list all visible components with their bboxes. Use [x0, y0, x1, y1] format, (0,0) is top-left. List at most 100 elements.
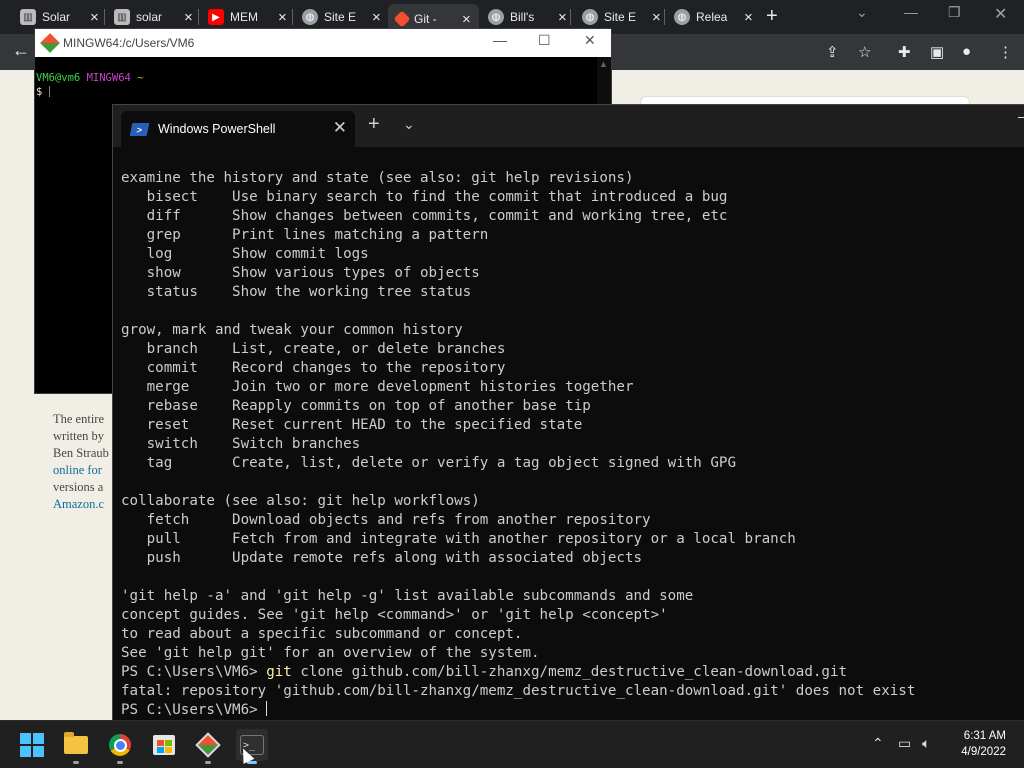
browser-tab-1[interactable]: ▥ Solar × [12, 4, 107, 30]
terminal-line: log Show commit logs [121, 246, 369, 262]
chrome-button[interactable] [104, 729, 136, 764]
scroll-up-icon[interactable]: ▲ [599, 59, 608, 69]
browser-tab-2[interactable]: ▥ solar × [106, 4, 201, 30]
chrome-icon [109, 734, 131, 756]
close-icon[interactable]: × [462, 11, 471, 28]
close-icon[interactable]: × [652, 9, 661, 26]
running-indicator [205, 761, 211, 764]
browser-tab-7[interactable]: ◍ Site E × [574, 4, 669, 30]
folder-icon [64, 732, 88, 754]
extensions-icon[interactable]: ✚ [898, 43, 911, 61]
terminal-line: rebase Reapply commits on top of another… [121, 398, 591, 414]
git-bash-titlebar[interactable]: MINGW64:/c/Users/VM6 [35, 29, 611, 57]
new-tab-button[interactable]: + [766, 5, 778, 28]
terminal-output[interactable]: examine the history and state (see also:… [121, 169, 1024, 720]
terminal-line: show Show various types of objects [121, 265, 480, 281]
close-icon[interactable]: × [278, 9, 287, 26]
browser-tab-title: Solar [42, 10, 71, 24]
minimize-icon[interactable]: — [904, 4, 918, 20]
taskbar-clock[interactable]: 6:31 AM 4/9/2022 [961, 728, 1006, 760]
close-icon[interactable]: ✕ [584, 32, 596, 49]
network-icon[interactable]: ▭ [898, 735, 911, 752]
page-link[interactable]: online for [53, 462, 113, 479]
chevron-up-icon[interactable]: ⌃ [872, 735, 884, 752]
browser-tab-6[interactable]: ◍ Bill's × [480, 4, 575, 30]
star-icon[interactable]: ☆ [858, 43, 871, 61]
tab-windows-powershell[interactable]: > Windows PowerShell ✕ [121, 111, 355, 147]
terminal-line: diff Show changes between commits, commi… [121, 208, 728, 224]
windows-terminal-window[interactable]: > Windows PowerShell ✕ + ⌄ examine the h… [112, 104, 1024, 720]
browser-tab-title: MEM [230, 10, 258, 24]
command-args: clone github.com/bill-zhanxg/memz_destru… [291, 664, 848, 680]
git-icon [40, 33, 60, 53]
minimize-icon[interactable] [1018, 117, 1024, 118]
browser-tab-3[interactable]: ▶ MEM × [200, 4, 295, 30]
clock-time: 6:31 AM [963, 730, 1006, 742]
close-window-icon[interactable]: ✕ [994, 4, 1007, 24]
amazon-link[interactable]: Amazon.c [53, 496, 113, 513]
close-icon[interactable]: × [744, 9, 753, 26]
prompt-path: ~ [137, 72, 144, 84]
new-tab-icon[interactable]: + [368, 113, 380, 136]
browser-tab-title: Bill's [510, 10, 535, 24]
running-indicator [117, 761, 123, 764]
command-name: git [266, 664, 292, 680]
side-panel-icon[interactable]: ▣ [930, 43, 944, 61]
page-text-line: Ben Straub [53, 446, 109, 460]
browser-tab-title: Site E [604, 10, 637, 24]
clock-date: 4/9/2022 [961, 746, 1006, 758]
tab-divider [104, 9, 105, 25]
terminal-line: collaborate (see also: git help workflow… [121, 493, 480, 509]
bank-icon: ▥ [114, 9, 130, 25]
page-text-line: The entire [53, 412, 105, 426]
tab-divider [198, 9, 199, 25]
text-cursor [266, 701, 268, 716]
close-icon[interactable]: × [184, 9, 193, 26]
terminal-tabbar: > Windows PowerShell ✕ + ⌄ [113, 105, 1024, 147]
terminal-line: commit Record changes to the repository [121, 360, 506, 376]
file-explorer-button[interactable] [60, 729, 92, 764]
browser-tab-8[interactable]: ◍ Relea × [666, 4, 761, 30]
browser-tab-4[interactable]: ◍ Site E × [294, 4, 389, 30]
prompt-symbol: $ [36, 86, 43, 98]
globe-icon: ◍ [302, 9, 318, 25]
terminal-error-line: fatal: repository 'github.com/bill-zhanx… [121, 683, 916, 699]
git-extensions-icon [195, 732, 221, 758]
terminal-line: tag Create, list, delete or verify a tag… [121, 455, 736, 471]
browser-tab-title: Git - [414, 12, 437, 26]
page-text-line: written by [53, 429, 105, 443]
ps-prompt: PS C:\Users\VM6> [121, 664, 267, 680]
tab-search-icon[interactable]: ⌄ [856, 4, 868, 21]
terminal-line: examine the history and state (see also:… [121, 170, 634, 186]
store-button[interactable] [148, 729, 180, 761]
page-paragraph: The entire written by Ben Straub online … [53, 411, 113, 513]
terminal-line: status Show the working tree status [121, 284, 472, 300]
tab-divider [292, 9, 293, 25]
terminal-prompt-line[interactable]: PS C:\Users\VM6> [121, 701, 1024, 720]
terminal-line: pull Fetch from and integrate with anoth… [121, 531, 796, 547]
browser-tab-title: Relea [696, 10, 728, 24]
terminal-tab-title: Windows PowerShell [158, 122, 276, 136]
menu-icon[interactable]: ⋮ [998, 43, 1013, 61]
share-icon[interactable]: ⇪ [826, 43, 839, 61]
profile-icon[interactable]: ● [962, 43, 971, 60]
start-button[interactable] [16, 729, 48, 761]
terminal-command-line: PS C:\Users\VM6> git clone github.com/bi… [121, 663, 1024, 682]
maximize-icon[interactable]: ☐ [538, 32, 551, 49]
close-icon[interactable]: × [372, 9, 381, 26]
globe-icon: ◍ [582, 9, 598, 25]
restore-icon[interactable]: ❐ [948, 4, 961, 21]
prompt-user: VM6@vm6 [36, 72, 81, 84]
back-arrow-icon[interactable]: ← [12, 40, 30, 61]
page-text-line: versions a [53, 480, 104, 494]
git-extensions-button[interactable] [192, 729, 224, 764]
chevron-down-icon[interactable]: ⌄ [403, 116, 415, 133]
terminal-line: grep Print lines matching a pattern [121, 227, 489, 243]
volume-icon[interactable]: 🔈︎ [922, 735, 930, 752]
close-icon[interactable]: × [90, 9, 99, 26]
prompt-env: MINGW64 [86, 72, 131, 84]
close-icon[interactable]: ✕ [333, 118, 347, 138]
minimize-icon[interactable]: — [493, 32, 507, 48]
close-icon[interactable]: × [558, 9, 567, 26]
